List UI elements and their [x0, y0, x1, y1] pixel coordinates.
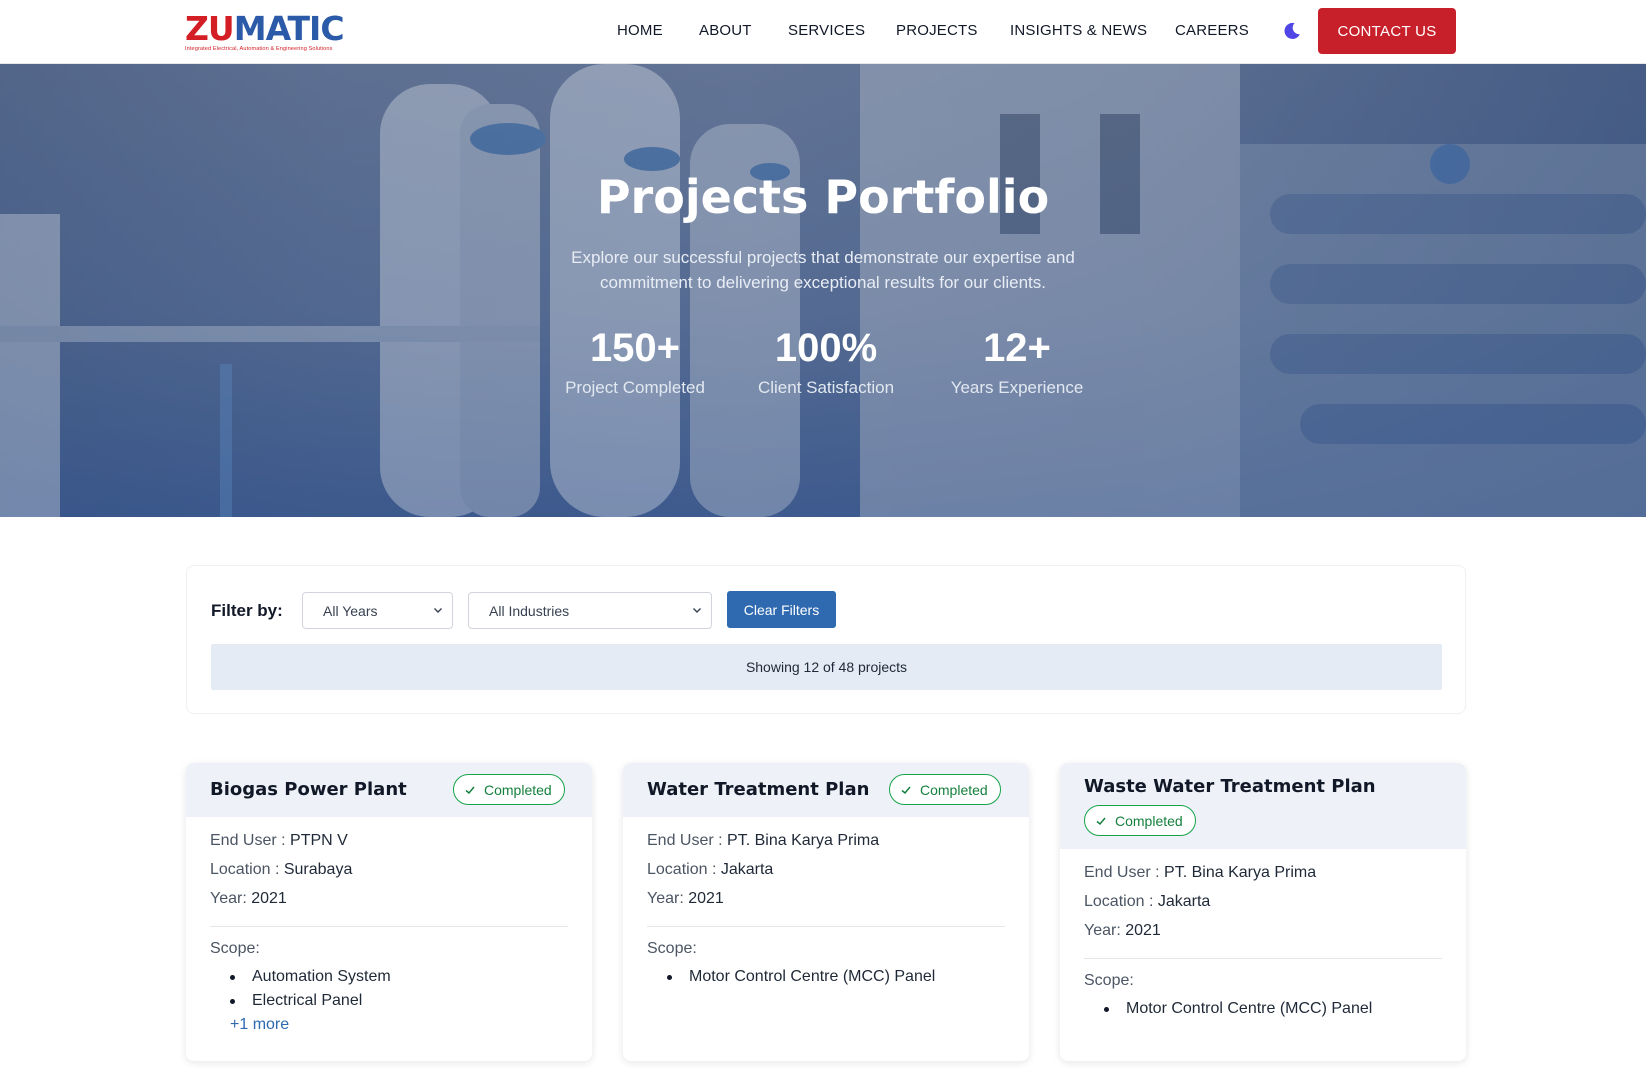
- results-count: Showing 12 of 48 projects: [211, 644, 1442, 690]
- stat-projects-completed: 150+ Project Completed: [545, 326, 725, 398]
- scope-list: Motor Control Centre (MCC) Panel: [1084, 997, 1442, 1021]
- end-user-row: End User : PT. Bina Karya Prima: [647, 826, 1005, 855]
- industry-filter-select[interactable]: All Industries: [468, 592, 712, 629]
- more-scope-link[interactable]: +1 more: [210, 1013, 568, 1037]
- page-title: Projects Portfolio: [596, 170, 1050, 224]
- nav-projects[interactable]: PROJECTS: [896, 22, 978, 39]
- scope-item: Electrical Panel: [230, 989, 568, 1013]
- end-user-row: End User : PT. Bina Karya Prima: [1084, 858, 1442, 887]
- divider: [210, 926, 568, 927]
- year-row: Year: 2021: [1084, 916, 1442, 945]
- end-user-value: PT. Bina Karya Prima: [727, 832, 880, 849]
- divider: [647, 926, 1005, 927]
- year-label: Year:: [647, 890, 684, 907]
- stat-years-experience: 12+ Years Experience: [927, 326, 1107, 398]
- stat-label: Project Completed: [565, 378, 705, 397]
- contact-us-button[interactable]: CONTACT US: [1318, 8, 1456, 54]
- status-text: Completed: [920, 781, 988, 798]
- scope-label: Scope:: [1084, 972, 1134, 989]
- filter-panel: Filter by: All Years All Industries Clea…: [186, 565, 1466, 714]
- location-value: Surabaya: [283, 861, 353, 878]
- location-label: Location :: [647, 861, 717, 878]
- nav-about[interactable]: ABOUT: [699, 22, 752, 39]
- end-user-label: End User :: [647, 832, 723, 849]
- industry-filter-value: All Industries: [489, 602, 570, 619]
- stat-label: Client Satisfaction: [757, 378, 895, 397]
- scope-item: Motor Control Centre (MCC) Panel: [667, 965, 1005, 989]
- clear-filters-button[interactable]: Clear Filters: [727, 591, 836, 628]
- end-user-value: PTPN V: [290, 832, 348, 849]
- scope-label: Scope:: [210, 940, 260, 957]
- check-icon: [465, 786, 475, 794]
- status-badge: Completed: [453, 774, 565, 805]
- moon-icon[interactable]: [1282, 21, 1302, 41]
- status-text: Completed: [1115, 812, 1183, 829]
- year-label: Year:: [1084, 922, 1121, 939]
- check-icon: [1096, 817, 1106, 825]
- end-user-row: End User : PTPN V: [210, 826, 568, 855]
- stat-value: 12+: [983, 326, 1051, 370]
- filter-label: Filter by:: [211, 601, 283, 620]
- card-body: End User : PT. Bina Karya Prima Location…: [1084, 858, 1442, 1021]
- location-row: Location : Jakarta: [1084, 887, 1442, 916]
- year-value: 2021: [251, 890, 287, 907]
- project-card[interactable]: Waste Water Treatment Plan Completed End…: [1060, 763, 1466, 1061]
- location-label: Location :: [1084, 893, 1154, 910]
- location-label: Location :: [210, 861, 280, 878]
- card-body: End User : PTPN V Location : Surabaya Ye…: [210, 826, 568, 1037]
- logo-wordmark: ZUMATIC: [185, 12, 347, 46]
- stat-value: 150+: [589, 326, 681, 370]
- location-value: Jakarta: [1157, 893, 1211, 910]
- year-label: Year:: [210, 890, 247, 907]
- nav-home[interactable]: HOME: [617, 22, 663, 39]
- logo-word-zu: ZU: [185, 9, 235, 48]
- divider: [1084, 958, 1442, 959]
- card-header: Water Treatment Plan Completed: [623, 763, 1029, 817]
- stat-label: Years Experience: [950, 378, 1084, 397]
- site-header: ZUMATIC Integrated Electrical, Automatio…: [0, 0, 1646, 64]
- year-row: Year: 2021: [647, 884, 1005, 913]
- project-title: Waste Water Treatment Plan: [1084, 776, 1376, 797]
- project-card[interactable]: Biogas Power Plant Completed End User : …: [186, 763, 592, 1061]
- scope-list: Automation System Electrical Panel: [210, 965, 568, 1013]
- card-header: Waste Water Treatment Plan Completed: [1060, 763, 1466, 849]
- scope-item: Automation System: [230, 965, 568, 989]
- logo-tagline: Integrated Electrical, Automation & Engi…: [185, 46, 333, 52]
- zumatic-logo[interactable]: ZUMATIC Integrated Electrical, Automatio…: [185, 12, 347, 53]
- card-body: End User : PT. Bina Karya Prima Location…: [647, 826, 1005, 989]
- scope-label: Scope:: [647, 940, 697, 957]
- year-filter-value: All Years: [323, 602, 378, 619]
- location-row: Location : Jakarta: [647, 855, 1005, 884]
- end-user-label: End User :: [1084, 864, 1160, 881]
- year-value: 2021: [688, 890, 724, 907]
- logo-word-matic: MATIC: [233, 9, 345, 48]
- location-row: Location : Surabaya: [210, 855, 568, 884]
- stat-client-satisfaction: 100% Client Satisfaction: [736, 326, 916, 398]
- hero-subtitle: Explore our successful projects that dem…: [571, 248, 1075, 292]
- chevron-down-icon: [693, 608, 701, 613]
- year-filter-select[interactable]: All Years: [302, 592, 453, 629]
- status-badge: Completed: [1084, 805, 1196, 836]
- end-user-value: PT. Bina Karya Prima: [1164, 864, 1317, 881]
- project-card[interactable]: Water Treatment Plan Completed End User …: [623, 763, 1029, 1061]
- nav-insights-news[interactable]: INSIGHTS & NEWS: [1010, 22, 1147, 39]
- location-value: Jakarta: [720, 861, 774, 878]
- nav-careers[interactable]: CAREERS: [1175, 22, 1249, 39]
- scope-list: Motor Control Centre (MCC) Panel: [647, 965, 1005, 989]
- project-title: Biogas Power Plant: [210, 779, 407, 800]
- year-row: Year: 2021: [210, 884, 568, 913]
- end-user-label: End User :: [210, 832, 286, 849]
- nav-services[interactable]: SERVICES: [788, 22, 865, 39]
- card-header: Biogas Power Plant Completed: [186, 763, 592, 817]
- chevron-down-icon: [434, 608, 442, 613]
- status-badge: Completed: [889, 774, 1001, 805]
- project-title: Water Treatment Plan: [647, 779, 870, 800]
- hero-banner: Projects Portfolio Explore our successfu…: [0, 64, 1646, 517]
- year-value: 2021: [1125, 922, 1161, 939]
- stat-value: 100%: [774, 326, 878, 370]
- status-text: Completed: [484, 781, 552, 798]
- scope-item: Motor Control Centre (MCC) Panel: [1104, 997, 1442, 1021]
- check-icon: [901, 786, 911, 794]
